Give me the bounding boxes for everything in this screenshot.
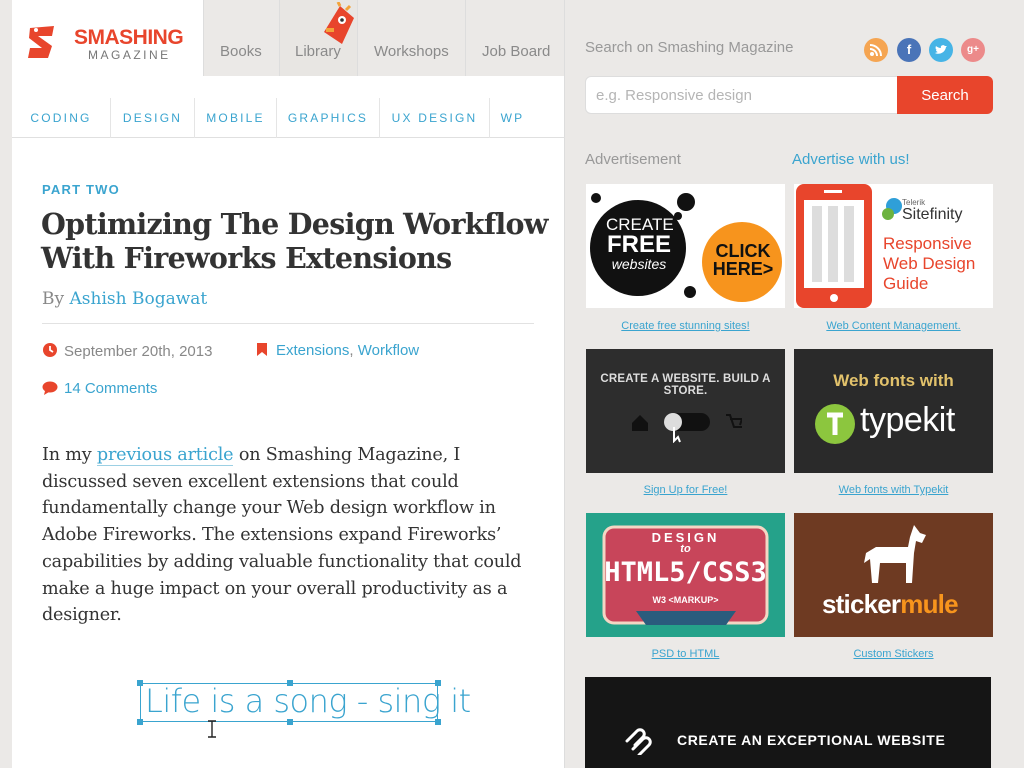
ad6-line: mule <box>900 589 958 619</box>
site-logo[interactable]: SMASHING MAGAZINE <box>12 0 204 76</box>
rss-icon[interactable] <box>864 38 888 62</box>
ad-caption[interactable]: Web Content Management. <box>794 320 993 332</box>
tag-workflow[interactable]: Workflow <box>358 342 419 359</box>
search-input[interactable] <box>585 76 898 114</box>
ad-create-free-websites[interactable]: CREATE FREE websites CLICK HERE> <box>586 184 785 308</box>
mule-icon <box>864 525 926 583</box>
article-body: In my previous article on Smashing Magaz… <box>42 442 542 629</box>
search-button[interactable]: Search <box>897 76 993 114</box>
nav-job-board-label: Job Board <box>482 43 551 60</box>
article-panel: CODING DESIGN MOBILE GRAPHICS UX DESIGN … <box>12 76 565 768</box>
ad-caption[interactable]: Create free stunning sites! <box>586 320 785 332</box>
author-link[interactable]: Ashish Bogawat <box>70 289 208 309</box>
nav-workshops[interactable]: Workshops <box>358 0 466 76</box>
ad-caption[interactable]: PSD to HTML <box>586 648 785 660</box>
ad1-line: websites <box>611 256 667 272</box>
tag-separator: , <box>349 342 354 359</box>
brand-sub: MAGAZINE <box>88 48 171 62</box>
ad-sitefinity[interactable]: Telerik Sitefinity Responsive Web Design… <box>794 184 993 308</box>
category-wp[interactable]: WP <box>489 98 535 138</box>
body-text-rest: on Smashing Magazine, I discussed seven … <box>42 445 522 626</box>
typekit-logo-icon <box>815 404 855 444</box>
previous-article-link[interactable]: previous article <box>96 445 234 466</box>
ad3-line: CREATE A WEBSITE. BUILD A STORE. <box>600 373 771 397</box>
resize-handle[interactable] <box>435 680 441 686</box>
category-nav: CODING DESIGN MOBILE GRAPHICS UX DESIGN … <box>12 98 565 138</box>
ad1-line: HERE> <box>712 259 774 279</box>
ad-squarespace[interactable]: CREATE AN EXCEPTIONAL WEBSITE <box>585 677 991 768</box>
category-graphics[interactable]: GRAPHICS <box>276 98 379 138</box>
resize-handle[interactable] <box>287 719 293 725</box>
divider <box>42 323 534 324</box>
bottom-ad-text: CREATE AN EXCEPTIONAL WEBSITE <box>677 732 946 748</box>
advertise-link[interactable]: Advertise with us! <box>792 151 910 168</box>
nav-books-label: Books <box>220 43 262 60</box>
category-ux-design[interactable]: UX DESIGN <box>379 98 489 138</box>
facebook-icon[interactable]: f <box>897 38 921 62</box>
ad2-line: Responsive <box>883 234 972 253</box>
ad-typekit[interactable]: Web fonts with typekit <box>794 349 993 473</box>
post-date: September 20th, 2013 <box>42 342 212 360</box>
nav-books[interactable]: Books <box>204 0 280 76</box>
resize-handle[interactable] <box>435 719 441 725</box>
resize-handle[interactable] <box>137 719 143 725</box>
ad2-line: Guide <box>883 274 929 293</box>
comments-link[interactable]: 14 Comments <box>64 380 157 397</box>
clock-icon <box>43 343 57 357</box>
ad1-line: FREE <box>606 231 671 258</box>
nav-library[interactable]: Library <box>280 0 358 76</box>
library-mascot-icon <box>324 2 354 44</box>
article-kicker: PART TWO <box>42 182 120 197</box>
article-title: Optimizing The Design Workflow With Fire… <box>41 207 548 275</box>
post-tags: Extensions, Workflow <box>256 342 419 359</box>
nav-job-board[interactable]: Job Board <box>466 0 565 76</box>
text-selection-box[interactable]: Life is a song - sing it <box>137 680 471 725</box>
ad6-line: sticker <box>822 589 901 619</box>
ad-caption[interactable]: Web fonts with Typekit <box>794 484 993 496</box>
category-mobile[interactable]: MOBILE <box>194 98 276 138</box>
ad-caption[interactable]: Sign Up for Free! <box>586 484 785 496</box>
advertisement-label: Advertisement <box>585 151 681 168</box>
category-coding[interactable]: CODING <box>12 98 110 138</box>
ad5-line: HTML5/CSS3 <box>604 557 767 588</box>
post-comments: 14 Comments <box>42 380 157 397</box>
ad-caption[interactable]: Custom Stickers <box>794 648 993 660</box>
squarespace-logo-icon <box>625 728 652 755</box>
resize-handle[interactable] <box>137 680 143 686</box>
ad-psd-to-html[interactable]: DESIGN to HTML5/CSS3 W3 <MARKUP> <box>586 513 785 637</box>
twitter-icon[interactable] <box>929 38 953 62</box>
text-cursor-icon <box>208 720 216 738</box>
smashing-logo-icon <box>28 26 54 58</box>
byline-prefix: By <box>42 289 65 309</box>
tag-extensions[interactable]: Extensions <box>276 342 349 359</box>
toggle-graphic-icon <box>632 413 742 443</box>
selected-text-object[interactable]: Life is a song - sing it <box>145 682 471 720</box>
comment-icon <box>42 381 58 395</box>
bookmark-icon <box>257 343 267 356</box>
ad2-line: Web Design <box>883 254 976 273</box>
ad-build-a-store[interactable]: CREATE A WEBSITE. BUILD A STORE. <box>586 349 785 473</box>
ad-stickermule[interactable]: stickermule <box>794 513 993 637</box>
category-design[interactable]: DESIGN <box>110 98 194 138</box>
brand-name: SMASHING <box>74 26 184 49</box>
byline: By Ashish Bogawat <box>42 289 207 309</box>
date-text: September 20th, 2013 <box>64 343 213 360</box>
ad5-line: W3 <MARKUP> <box>652 595 719 605</box>
google-plus-icon[interactable]: g+ <box>961 38 985 62</box>
resize-handle[interactable] <box>287 680 293 686</box>
search-label: Search on Smashing Magazine <box>585 39 794 56</box>
ad4-line: Web fonts with <box>833 371 954 390</box>
ad1-line: CLICK <box>715 241 771 261</box>
ad5-line: to <box>680 543 691 555</box>
ad2-line: Sitefinity <box>902 206 963 223</box>
ad4-line: typekit <box>860 401 955 439</box>
body-text-start: In my <box>42 445 92 465</box>
nav-workshops-label: Workshops <box>374 43 449 60</box>
